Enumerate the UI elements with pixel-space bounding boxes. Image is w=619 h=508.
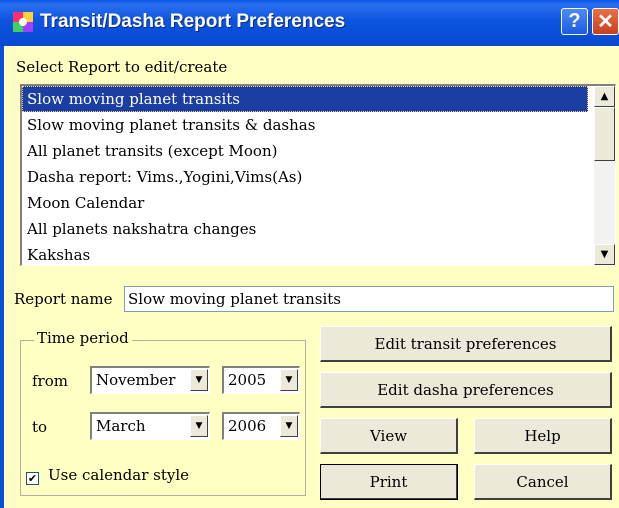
checkmark-icon: ✔ <box>27 472 38 485</box>
from-month-select[interactable]: November ▼ <box>90 366 210 394</box>
from-label: from <box>32 372 68 390</box>
window-title: Transit/Dasha Report Preferences <box>40 11 346 32</box>
list-scrollbar[interactable]: ▲ ▼ <box>594 86 615 265</box>
list-item[interactable]: Slow moving planet transits & dashas <box>22 112 588 138</box>
calendar-style-checkbox[interactable]: ✔ <box>26 472 39 485</box>
list-item[interactable]: Moon Calendar <box>22 190 588 216</box>
list-item[interactable]: Slow moving planet transits <box>22 86 588 112</box>
to-label: to <box>32 418 48 436</box>
calendar-style-label[interactable]: Use calendar style <box>48 466 189 484</box>
help-button[interactable]: Help <box>474 418 612 454</box>
list-item[interactable]: All planets nakshatra changes <box>22 216 588 242</box>
report-listbox[interactable]: Slow moving planet transits Slow moving p… <box>20 84 616 266</box>
to-month-select[interactable]: March ▼ <box>90 412 210 440</box>
to-month-value: March <box>96 417 146 435</box>
dropdown-arrow-icon[interactable]: ▼ <box>190 415 208 437</box>
edit-transit-preferences-button[interactable]: Edit transit preferences <box>320 326 612 362</box>
title-bar[interactable]: Transit/Dasha Report Preferences ? ✕ <box>0 0 619 46</box>
report-name-field[interactable]: Slow moving planet transits <box>124 286 614 312</box>
dropdown-arrow-icon[interactable]: ▼ <box>190 369 208 391</box>
dialog-window: Transit/Dasha Report Preferences ? ✕ Sel… <box>0 0 619 508</box>
cancel-button[interactable]: Cancel <box>474 464 612 500</box>
report-list: Slow moving planet transits Slow moving p… <box>22 86 615 265</box>
to-year-value: 2006 <box>228 417 267 435</box>
from-year-value: 2005 <box>228 371 267 389</box>
help-icon[interactable]: ? <box>561 8 588 35</box>
from-month-value: November <box>96 371 176 389</box>
app-icon <box>13 12 33 32</box>
dialog-body: Select Report to edit/create Slow moving… <box>4 46 619 508</box>
scroll-up-arrow-icon[interactable]: ▲ <box>594 86 615 107</box>
from-year-select[interactable]: 2005 ▼ <box>222 366 300 394</box>
scroll-down-arrow-icon[interactable]: ▼ <box>594 244 615 265</box>
time-period-legend: Time period <box>34 329 132 347</box>
report-name-label: Report name <box>14 290 113 308</box>
edit-dasha-preferences-button[interactable]: Edit dasha preferences <box>320 372 612 408</box>
close-icon[interactable]: ✕ <box>592 8 619 35</box>
dropdown-arrow-icon[interactable]: ▼ <box>280 415 298 437</box>
to-year-select[interactable]: 2006 ▼ <box>222 412 300 440</box>
list-item[interactable]: Dasha report: Vims.,Yogini,Vims(As) <box>22 164 588 190</box>
list-item[interactable]: All planet transits (except Moon) <box>22 138 588 164</box>
select-report-label: Select Report to edit/create <box>16 58 228 76</box>
print-button[interactable]: Print <box>320 464 458 500</box>
view-button[interactable]: View <box>320 418 458 454</box>
dropdown-arrow-icon[interactable]: ▼ <box>280 369 298 391</box>
scroll-thumb[interactable] <box>594 107 615 161</box>
list-item[interactable]: Kakshas <box>22 242 588 265</box>
